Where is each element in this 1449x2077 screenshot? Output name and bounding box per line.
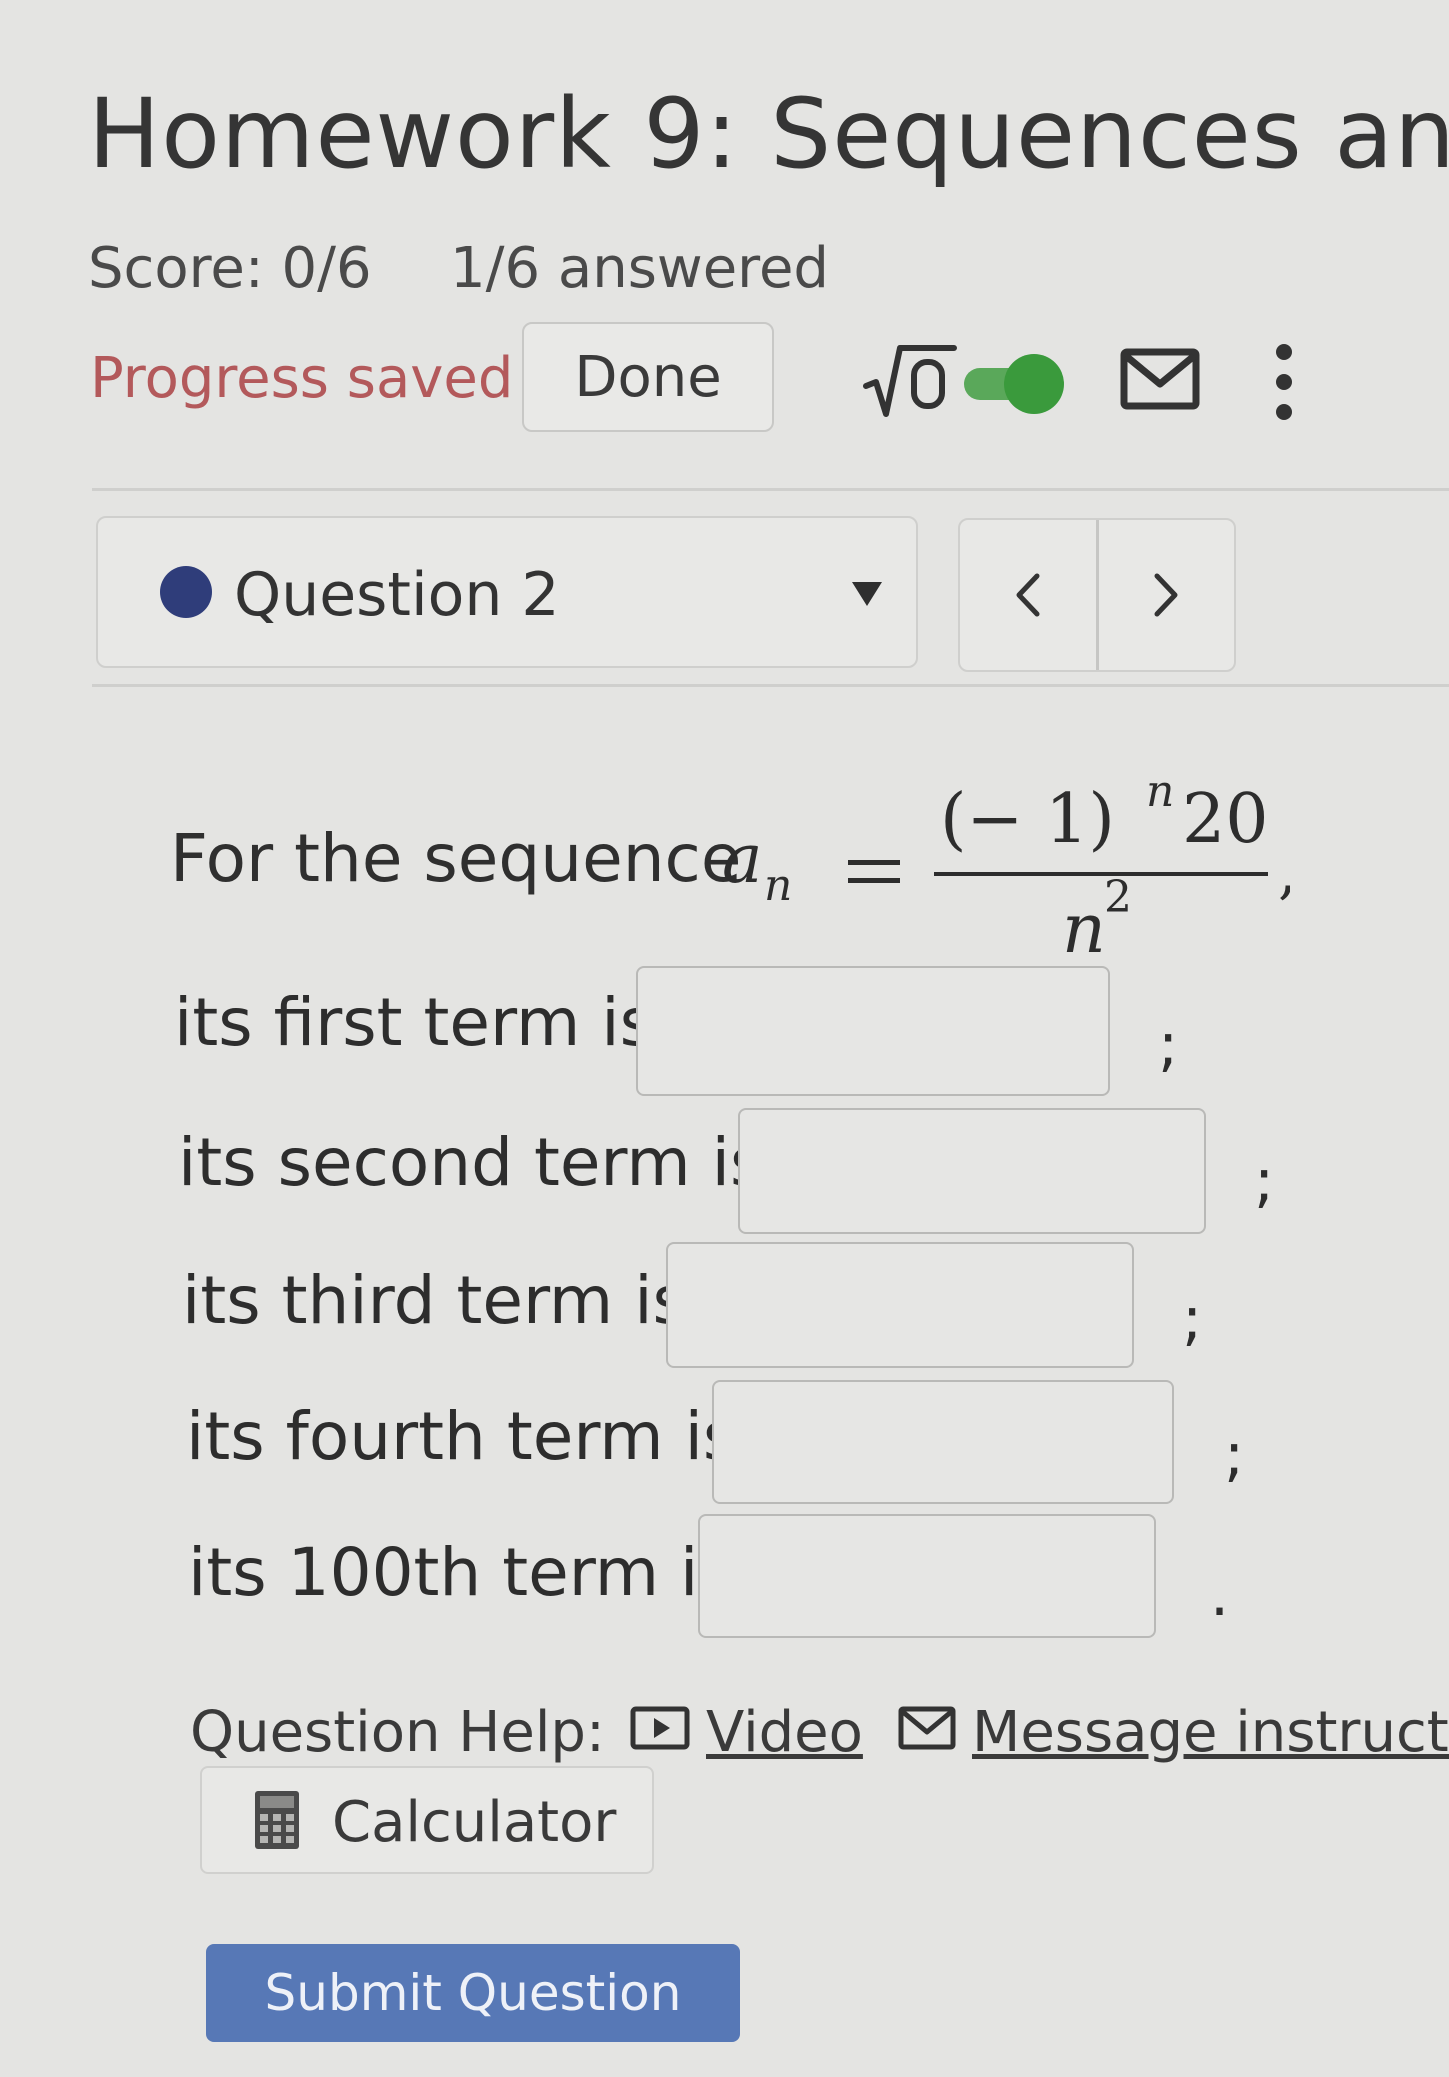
fourth-term-input[interactable] — [712, 1380, 1174, 1504]
answered-count: 1/6 answered — [450, 236, 829, 301]
term-label: its third term is — [182, 1262, 687, 1339]
calculator-label: Calculator — [332, 1790, 617, 1855]
formula-lhs: a — [722, 820, 763, 899]
first-term-input[interactable] — [636, 966, 1110, 1096]
calculator-icon — [255, 1791, 299, 1849]
message-instructor-link[interactable]: Message instructo — [972, 1700, 1449, 1765]
term-label: its 100th term is — [188, 1534, 733, 1611]
mail-icon[interactable] — [898, 1706, 956, 1750]
sequence-formula: a n (− 1) n 20 n 2 , — [722, 766, 1290, 969]
math-entry-icon[interactable] — [862, 342, 958, 422]
formula-lhs-subscript: n — [764, 860, 792, 911]
mail-icon[interactable] — [1120, 348, 1200, 410]
equals-sign — [848, 878, 900, 883]
chevron-right-icon — [1154, 573, 1178, 617]
denominator-base: n — [1062, 890, 1106, 969]
fraction-bar — [934, 872, 1268, 876]
third-term-input[interactable] — [666, 1242, 1134, 1368]
question-prompt: For the sequence — [170, 820, 742, 897]
hundredth-term-input[interactable] — [698, 1514, 1156, 1638]
term-label: its fourth term is — [186, 1398, 738, 1475]
numerator-base: (− 1) — [940, 780, 1115, 859]
formula-trailing-comma: , — [1278, 837, 1290, 907]
more-options-icon[interactable] — [1272, 342, 1296, 422]
video-link[interactable]: Video — [706, 1700, 863, 1765]
caret-down-icon — [852, 582, 882, 606]
term-punct: ; — [1224, 1420, 1245, 1490]
question-nav — [958, 518, 1236, 672]
divider — [92, 488, 1449, 491]
divider — [92, 684, 1449, 687]
previous-question-button[interactable] — [960, 520, 1096, 670]
submit-question-button[interactable]: Submit Question — [206, 1944, 740, 2042]
progress-status: Progress saved — [90, 346, 514, 411]
question-help-label: Question Help: — [190, 1700, 605, 1765]
video-icon[interactable] — [630, 1706, 690, 1750]
term-punct: ; — [1254, 1146, 1275, 1216]
page-title: Homework 9: Sequences an — [88, 78, 1449, 190]
second-term-input[interactable] — [738, 1108, 1206, 1234]
chevron-left-icon — [1016, 573, 1040, 617]
term-punct: ; — [1182, 1284, 1203, 1354]
term-punct: . — [1210, 1560, 1230, 1630]
equals-sign — [848, 860, 900, 865]
calculator-button[interactable]: Calculator — [200, 1766, 654, 1874]
numerator-coefficient: 20 — [1182, 780, 1269, 859]
next-question-button[interactable] — [1095, 520, 1235, 670]
done-button[interactable]: Done — [522, 322, 774, 432]
term-punct: ; — [1158, 1010, 1179, 1080]
question-status-dot — [160, 566, 212, 618]
score-text: Score: 0/6 — [88, 236, 372, 301]
denominator-exponent: 2 — [1104, 872, 1132, 923]
term-label: its second term is — [178, 1124, 765, 1201]
question-select-label: Question 2 — [234, 560, 560, 630]
numerator-exponent: n — [1146, 766, 1174, 817]
math-toggle-switch[interactable] — [962, 352, 1066, 416]
term-label: its first term is — [174, 984, 654, 1061]
question-select[interactable]: Question 2 — [96, 516, 918, 668]
